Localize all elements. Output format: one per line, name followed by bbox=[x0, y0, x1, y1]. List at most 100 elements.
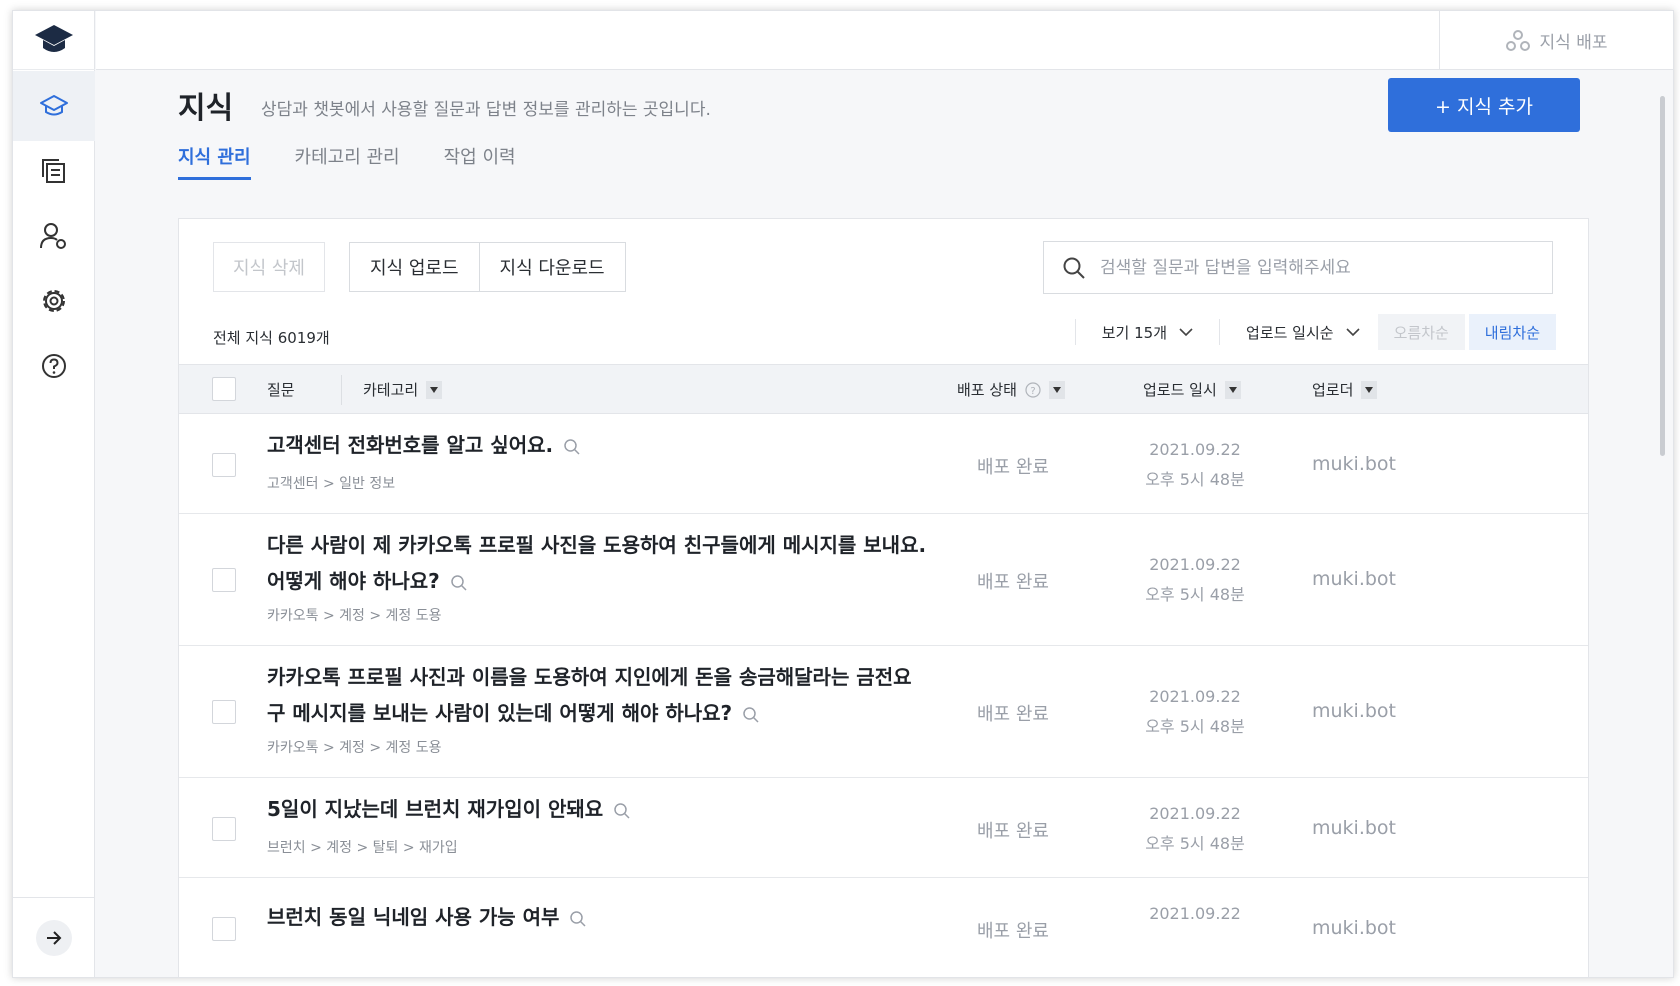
sort-descending-button[interactable]: 내림차순 bbox=[1468, 314, 1556, 350]
question-title[interactable]: 카카오톡 프로필 사진과 이름을 도용하여 지인에게 돈을 송금해달라는 금전요… bbox=[267, 659, 927, 731]
question-text: 카카오톡 프로필 사진과 이름을 도용하여 지인에게 돈을 송금해달라는 금전요… bbox=[267, 665, 912, 725]
nav-settings[interactable] bbox=[13, 266, 95, 336]
sort-ascending-button[interactable]: 오름차순 bbox=[1377, 314, 1465, 350]
nav-documents[interactable] bbox=[13, 136, 95, 206]
question-category: 카카오톡 > 계정 > 계정 도용 bbox=[267, 608, 442, 624]
sidebar bbox=[13, 11, 95, 977]
row-checkbox[interactable] bbox=[212, 453, 236, 477]
documents-icon bbox=[42, 159, 65, 183]
sort-field-select[interactable]: 업로드 일시순 bbox=[1232, 322, 1374, 343]
tab-category-management[interactable]: 카테고리 관리 bbox=[295, 135, 400, 180]
magnifier-icon[interactable] bbox=[569, 910, 587, 928]
dropdown-icon[interactable] bbox=[1048, 380, 1065, 399]
row-checkbox[interactable] bbox=[212, 817, 236, 841]
row-checkbox[interactable] bbox=[212, 568, 236, 592]
upload-date-time: 오후 5시 48분 bbox=[1145, 470, 1245, 489]
nav-users[interactable] bbox=[13, 201, 95, 271]
column-category-label: 카테고리 bbox=[363, 381, 419, 399]
uploader-name: muki.bot bbox=[1312, 817, 1397, 839]
table-row[interactable]: 브런치 동일 닉네임 사용 가능 여부 배포 완료 2021.09.22 muk… bbox=[179, 879, 1588, 977]
app-logo[interactable] bbox=[13, 11, 95, 70]
question-text: 브런치 동일 닉네임 사용 가능 여부 bbox=[267, 905, 560, 929]
question-category: 브런치 > 계정 > 탈퇴 > 재가입 bbox=[267, 840, 458, 856]
column-uploaded-at[interactable]: 업로드 일시 bbox=[1143, 379, 1241, 400]
question-text: 5일이 지났는데 브런치 재가입이 안돼요 bbox=[267, 797, 604, 821]
upload-date-day: 2021.09.22 bbox=[1149, 687, 1241, 706]
divider bbox=[1074, 319, 1076, 345]
chevron-down-icon bbox=[1346, 328, 1360, 337]
sort-field-value: 업로드 일시순 bbox=[1246, 323, 1334, 342]
dropdown-icon[interactable] bbox=[1224, 380, 1241, 399]
total-count: 전체 지식 6019개 bbox=[213, 329, 330, 347]
list-controls: 보기 15개 업로드 일시순 오름차순 내림차순 bbox=[1063, 314, 1556, 350]
nav-help[interactable] bbox=[13, 331, 95, 401]
column-divider bbox=[341, 375, 342, 405]
question-title[interactable]: 5일이 지났는데 브런치 재가입이 안돼요 bbox=[267, 791, 927, 827]
scrollbar[interactable] bbox=[1660, 96, 1665, 456]
upload-date: 2021.09.22 오후 5시 48분 bbox=[1115, 682, 1275, 742]
expand-sidebar-button[interactable] bbox=[36, 919, 72, 956]
tab-work-history[interactable]: 작업 이력 bbox=[444, 135, 516, 180]
dropdown-icon[interactable] bbox=[426, 380, 443, 399]
upload-date-time: 오후 5시 48분 bbox=[1145, 585, 1245, 604]
select-all-checkbox[interactable] bbox=[212, 377, 236, 401]
add-knowledge-button[interactable]: + 지식 추가 bbox=[1388, 78, 1580, 132]
question-category: 카카오톡 > 계정 > 계정 도용 bbox=[267, 740, 442, 756]
status-text: 배포 완료 bbox=[977, 921, 1049, 942]
upload-date-day: 2021.09.22 bbox=[1149, 804, 1241, 823]
dropdown-icon[interactable] bbox=[1361, 380, 1378, 399]
magnifier-icon[interactable] bbox=[742, 706, 760, 724]
user-settings-icon bbox=[40, 223, 66, 249]
upload-date: 2021.09.22 오후 5시 48분 bbox=[1115, 550, 1275, 610]
table-row[interactable]: 다른 사람이 제 카카오톡 프로필 사진을 도용하여 친구들에게 메시지를 보내… bbox=[179, 515, 1588, 646]
magnifier-icon[interactable] bbox=[450, 574, 468, 592]
divider bbox=[1219, 319, 1221, 345]
upload-knowledge-button[interactable]: 지식 업로드 bbox=[350, 243, 479, 291]
column-status-label: 배포 상태 bbox=[957, 381, 1017, 399]
upload-date: 2021.09.22 bbox=[1115, 899, 1275, 929]
app-window: 지식 배포 지식 상담과 챗봇에서 사용할 질문과 답변 정보를 관리하는 곳입… bbox=[12, 10, 1674, 978]
search-box bbox=[1043, 241, 1553, 294]
uploader-name: muki.bot bbox=[1312, 568, 1397, 590]
table-row[interactable]: 고객센터 전화번호를 알고 싶어요. 고객센터 > 일반 정보 배포 완료 20… bbox=[179, 415, 1588, 514]
column-status[interactable]: 배포 상태 ? bbox=[957, 379, 1065, 400]
question-title[interactable]: 브런치 동일 닉네임 사용 가능 여부 bbox=[267, 899, 927, 935]
nav-knowledge[interactable] bbox=[13, 71, 95, 141]
page-title: 지식 bbox=[178, 91, 234, 126]
deploy-icon bbox=[1505, 29, 1530, 51]
svg-text:?: ? bbox=[1030, 386, 1035, 397]
search-input[interactable] bbox=[1098, 256, 1528, 279]
gear-icon bbox=[43, 290, 65, 312]
row-checkbox[interactable] bbox=[212, 917, 236, 941]
knowledge-card: 지식 삭제 지식 업로드 지식 다운로드 전체 지식 6019개 보기 15개 … bbox=[178, 218, 1589, 977]
help-icon bbox=[42, 354, 66, 378]
column-uploader-label: 업로더 bbox=[1312, 381, 1354, 399]
status-text: 배포 완료 bbox=[977, 457, 1049, 478]
upload-date-time: 오후 5시 48분 bbox=[1145, 717, 1245, 736]
magnifier-icon[interactable] bbox=[563, 438, 581, 456]
uploader-name: muki.bot bbox=[1312, 453, 1397, 475]
column-category[interactable]: 카테고리 bbox=[363, 379, 443, 400]
page-description: 상담과 챗봇에서 사용할 질문과 답변 정보를 관리하는 곳입니다. bbox=[261, 100, 711, 120]
question-text: 고객센터 전화번호를 알고 싶어요. bbox=[267, 433, 554, 457]
question-title[interactable]: 고객센터 전화번호를 알고 싶어요. bbox=[267, 427, 927, 463]
tab-bar: 지식 관리 카테고리 관리 작업 이력 bbox=[178, 135, 516, 180]
status-text: 배포 완료 bbox=[977, 821, 1049, 842]
graduation-cap-logo-icon bbox=[35, 25, 73, 52]
table-row[interactable]: 카카오톡 프로필 사진과 이름을 도용하여 지인에게 돈을 송금해달라는 금전요… bbox=[179, 647, 1588, 778]
uploader-name: muki.bot bbox=[1312, 917, 1397, 939]
deploy-button[interactable]: 지식 배포 bbox=[1439, 11, 1673, 70]
question-text: 다른 사람이 제 카카오톡 프로필 사진을 도용하여 친구들에게 메시지를 보내… bbox=[267, 533, 927, 593]
page-size-select[interactable]: 보기 15개 bbox=[1088, 322, 1207, 343]
column-uploaded-at-label: 업로드 일시 bbox=[1143, 381, 1217, 399]
column-uploader[interactable]: 업로더 bbox=[1312, 379, 1378, 400]
chevron-down-icon bbox=[1179, 328, 1193, 337]
delete-knowledge-button[interactable]: 지식 삭제 bbox=[213, 242, 325, 292]
download-knowledge-button[interactable]: 지식 다운로드 bbox=[478, 243, 625, 291]
row-checkbox[interactable] bbox=[212, 700, 236, 724]
table-row[interactable]: 5일이 지났는데 브런치 재가입이 안돼요 브런치 > 계정 > 탈퇴 > 재가… bbox=[179, 779, 1588, 878]
help-icon[interactable]: ? bbox=[1025, 381, 1041, 398]
question-title[interactable]: 다른 사람이 제 카카오톡 프로필 사진을 도용하여 친구들에게 메시지를 보내… bbox=[267, 527, 927, 599]
tab-knowledge-management[interactable]: 지식 관리 bbox=[178, 135, 251, 180]
magnifier-icon[interactable] bbox=[613, 802, 631, 820]
